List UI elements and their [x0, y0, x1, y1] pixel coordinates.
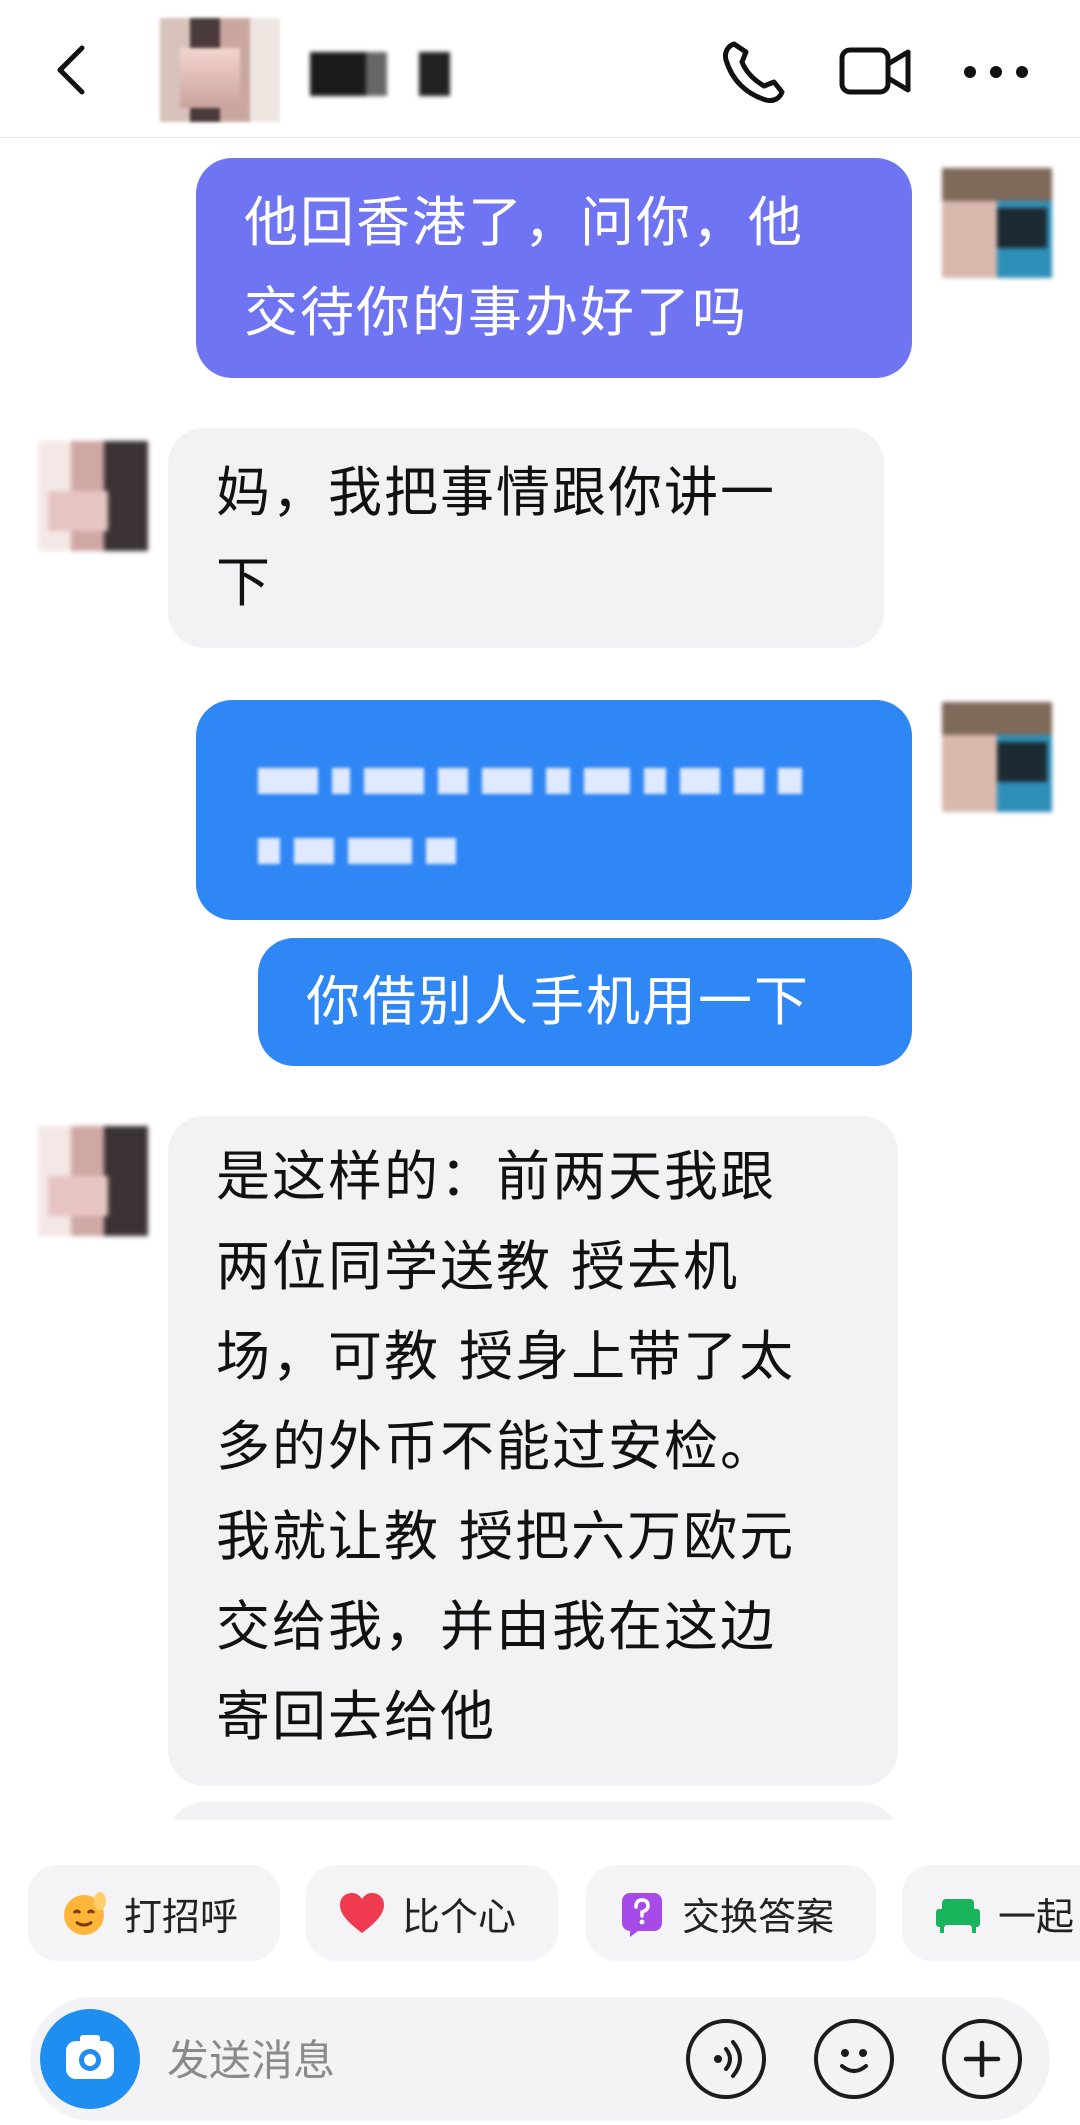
quick-reply-question[interactable]: 交换答案: [586, 1865, 876, 1961]
pixelated-text: [258, 838, 470, 864]
message-line: 交待你的事办好了吗: [244, 281, 748, 344]
incoming-message[interactable]: 是这样的：前两天我跟 两位同学送教 授去机 场，可教 授身上带了太 多的外币不能…: [168, 1116, 898, 1786]
question-icon: [616, 1887, 668, 1939]
message-input[interactable]: [165, 2027, 569, 2093]
message-line: 多的外币不能过安检。: [216, 1415, 776, 1478]
quick-reply-label: 一起: [998, 1894, 1075, 1939]
more-icon[interactable]: [958, 36, 1034, 106]
pixelated-text: [258, 768, 816, 794]
voice-icon[interactable]: [686, 2019, 766, 2099]
message-line: 场，可教 授身上带了太: [216, 1325, 796, 1388]
incoming-message[interactable]: 妈，我把事情跟你讲一 下: [168, 428, 884, 648]
outgoing-message[interactable]: 他回香港了，问你，他 交待你的事办好了吗: [196, 158, 912, 378]
quick-reply-heart[interactable]: 比个心: [306, 1865, 558, 1961]
back-icon[interactable]: [44, 38, 104, 102]
message-line: 交给我，并由我在这边: [216, 1595, 776, 1658]
phone-icon[interactable]: [716, 36, 792, 106]
message-line: 两位同学送教 授去机: [216, 1235, 740, 1298]
sofa-icon: [932, 1887, 984, 1939]
emoji-icon[interactable]: [814, 2019, 894, 2099]
quick-reply-bar: 打招呼 比个心 交换答案 一起: [0, 1865, 1080, 1965]
my-avatar[interactable]: [942, 702, 1052, 812]
wave-icon: [58, 1887, 110, 1939]
message-line: 你借别人手机用一下: [306, 970, 810, 1033]
message-list[interactable]: 他回香港了，问你，他 交待你的事办好了吗 妈，我把事情跟你讲一 下 你借别人手机…: [0, 138, 1080, 1820]
message-line: 我就让教 授把六万欧元: [216, 1505, 796, 1568]
contact-avatar-small[interactable]: [38, 1126, 148, 1236]
message-input-bar: [30, 1997, 1050, 2121]
chat-header: ■■ ■: [0, 0, 1080, 138]
message-line: 下: [216, 551, 272, 614]
message-line: 寄回去给他: [216, 1685, 496, 1748]
quick-reply-label: 比个心: [402, 1894, 517, 1939]
contact-avatar[interactable]: [160, 18, 280, 122]
contact-avatar-small[interactable]: [38, 441, 148, 551]
outgoing-message-pixelated[interactable]: [196, 700, 912, 920]
quick-reply-label: 交换答案: [682, 1894, 835, 1939]
camera-icon[interactable]: [40, 2009, 140, 2109]
quick-reply-label: 打招呼: [124, 1894, 239, 1939]
message-line: 他回香港了，问你，他: [244, 191, 804, 254]
message-line: 是这样的：前两天我跟: [216, 1145, 776, 1208]
video-call-icon[interactable]: [838, 36, 914, 106]
my-avatar[interactable]: [942, 168, 1052, 278]
quick-reply-together[interactable]: 一起: [902, 1865, 1080, 1961]
quick-reply-wave[interactable]: 打招呼: [28, 1865, 280, 1961]
outgoing-message[interactable]: 你借别人手机用一下: [258, 938, 912, 1066]
contact-name[interactable]: ■■ ■: [310, 52, 450, 96]
incoming-message-partial[interactable]: [168, 1802, 898, 1820]
heart-icon: [336, 1887, 388, 1939]
message-line: 妈，我把事情跟你讲一: [216, 461, 776, 524]
plus-icon[interactable]: [942, 2019, 1022, 2099]
